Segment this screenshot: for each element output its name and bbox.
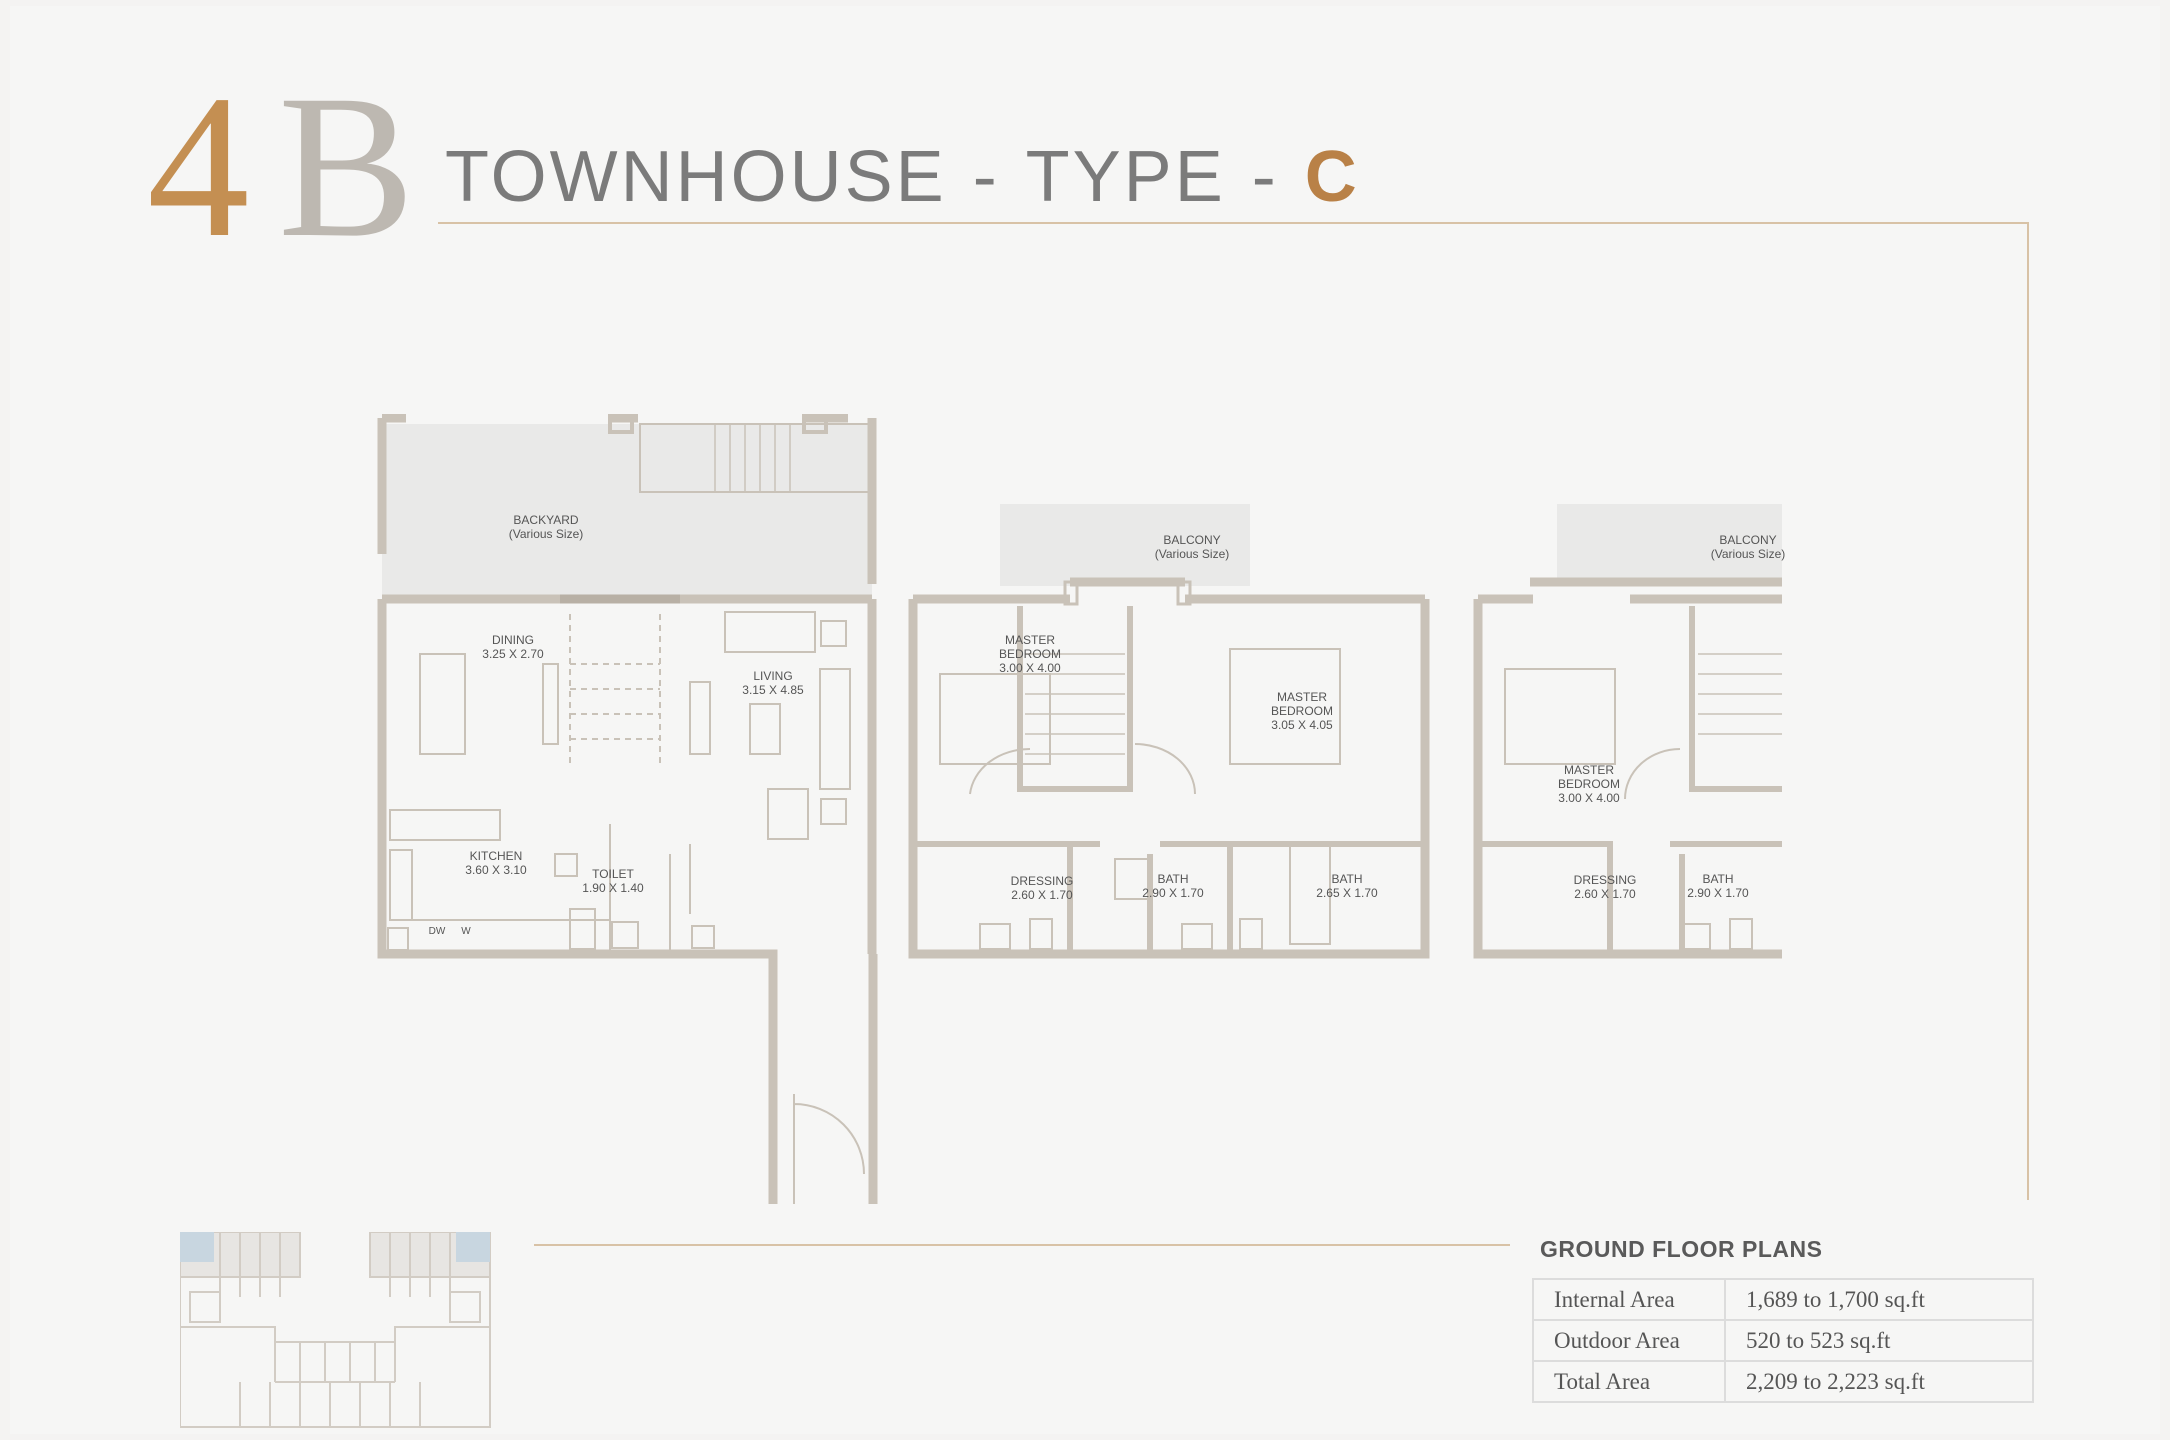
balcony-label: BALCONY (1719, 533, 1776, 547)
area-value: 1,689 to 1,700 sq.ft (1724, 1278, 2034, 1321)
ground-floor-plans-heading: GROUND FLOOR PLANS (1540, 1236, 1823, 1262)
area-value: 520 to 523 sq.ft (1724, 1319, 2034, 1362)
kitchen-label: KITCHEN (470, 849, 523, 863)
balcony-label: BALCONY (1163, 533, 1220, 547)
svg-text:2.60 X 1.70: 2.60 X 1.70 (1574, 887, 1636, 901)
area-label: Outdoor Area (1532, 1319, 1726, 1362)
table-row: Total Area 2,209 to 2,223 sq.ft (1532, 1360, 2034, 1403)
backyard-label: BACKYARD (513, 513, 578, 527)
svg-text:(Various Size): (Various Size) (1155, 547, 1229, 561)
dining-size: 3.25 X 2.70 (482, 647, 544, 661)
svg-text:BALCONY: BALCONY (1163, 533, 1220, 547)
svg-text:2.65 X 1.70: 2.65 X 1.70 (1316, 886, 1378, 900)
svg-text:W: W (461, 926, 471, 937)
bath-size: 2.90 X 1.70 (1142, 886, 1204, 900)
bath-label: BATH (1331, 872, 1362, 886)
area-value: 2,209 to 2,223 sq.ft (1724, 1360, 2034, 1403)
bath-size: 2.65 X 1.70 (1316, 886, 1378, 900)
svg-text:MASTER: MASTER (1277, 690, 1327, 704)
area-label: Internal Area (1532, 1278, 1726, 1321)
svg-text:MASTER: MASTER (1564, 763, 1614, 777)
balcony-size: (Various Size) (1711, 547, 1785, 561)
svg-text:DINING: DINING (492, 633, 534, 647)
master-bedroom-size: 3.05 X 4.05 (1271, 718, 1333, 732)
header-rule (438, 222, 2028, 224)
svg-text:BEDROOM: BEDROOM (1558, 777, 1620, 791)
floor-plans-drawing: BACKYARD (Various Size) DINING 3.25 X 2.… (377, 414, 1785, 1204)
svg-text:3.05 X 4.05: 3.05 X 4.05 (1271, 718, 1333, 732)
title-main: TOWNHOUSE (445, 137, 947, 217)
svg-text:BATH: BATH (1157, 872, 1188, 886)
dressing-label: DRESSING (1574, 873, 1637, 887)
svg-text:KITCHEN: KITCHEN (470, 849, 523, 863)
master-bedroom-label: BEDROOM (1558, 777, 1620, 791)
svg-text:3.00 X 4.00: 3.00 X 4.00 (1558, 791, 1620, 805)
svg-text:(Various Size): (Various Size) (1711, 547, 1785, 561)
master-bedroom-label: BEDROOM (999, 647, 1061, 661)
svg-text:1.90 X 1.40: 1.90 X 1.40 (582, 881, 644, 895)
master-bedroom-size: 3.00 X 4.00 (1558, 791, 1620, 805)
area-label: Total Area (1532, 1360, 1726, 1403)
frame-rule-vertical (2027, 222, 2029, 1200)
title-type-letter: C (1304, 137, 1360, 217)
svg-text:2.90 X 1.70: 2.90 X 1.70 (1687, 886, 1749, 900)
washer-label: W (461, 926, 471, 937)
dressing-size: 2.60 X 1.70 (1011, 888, 1073, 902)
toilet-label: TOILET (592, 867, 634, 881)
bottom-rule (534, 1244, 1510, 1246)
svg-text:BATH: BATH (1702, 872, 1733, 886)
svg-text:DRESSING: DRESSING (1011, 874, 1074, 888)
master-bedroom-label: MASTER (1277, 690, 1327, 704)
svg-text:3.00 X 4.00: 3.00 X 4.00 (999, 661, 1061, 675)
area-table: Internal Area 1,689 to 1,700 sq.ft Outdo… (1532, 1278, 2034, 1403)
bath-size: 2.90 X 1.70 (1687, 886, 1749, 900)
svg-text:3.15 X 4.85: 3.15 X 4.85 (742, 683, 804, 697)
svg-text:BATH: BATH (1331, 872, 1362, 886)
master-bedroom-label: BEDROOM (1271, 704, 1333, 718)
svg-text:(Various Size): (Various Size) (509, 527, 583, 541)
header-big-letter: B (278, 53, 415, 280)
svg-text:2.90 X 1.70: 2.90 X 1.70 (1142, 886, 1204, 900)
svg-text:DW: DW (429, 926, 446, 937)
svg-text:BEDROOM: BEDROOM (999, 647, 1061, 661)
svg-text:BEDROOM: BEDROOM (1271, 704, 1333, 718)
svg-text:BACKYARD: BACKYARD (513, 513, 578, 527)
kitchen-size: 3.60 X 3.10 (465, 863, 527, 877)
table-row: Outdoor Area 520 to 523 sq.ft (1532, 1319, 2034, 1362)
dressing-label: DRESSING (1011, 874, 1074, 888)
svg-text:TOILET: TOILET (592, 867, 634, 881)
balcony-size: (Various Size) (1155, 547, 1229, 561)
title-separator: - (1251, 137, 1279, 217)
dressing-size: 2.60 X 1.70 (1574, 887, 1636, 901)
key-plan-map (180, 1232, 491, 1428)
header-big-number: 4 (147, 53, 249, 280)
dining-label: DINING (492, 633, 534, 647)
master-bedroom-label: MASTER (1564, 763, 1614, 777)
living-label: LIVING (753, 669, 792, 683)
title-separator: - (972, 137, 1000, 217)
svg-text:BALCONY: BALCONY (1719, 533, 1776, 547)
toilet-size: 1.90 X 1.40 (582, 881, 644, 895)
bath-label: BATH (1157, 872, 1188, 886)
dishwasher-label: DW (429, 926, 446, 937)
master-bedroom-size: 3.00 X 4.00 (999, 661, 1061, 675)
table-row: Internal Area 1,689 to 1,700 sq.ft (1532, 1278, 2034, 1321)
title-type-word: TYPE (1025, 137, 1226, 217)
svg-text:MASTER: MASTER (1005, 633, 1055, 647)
page-title: TOWNHOUSE - TYPE - C (445, 136, 1360, 218)
bath-label: BATH (1702, 872, 1733, 886)
backyard-size: (Various Size) (509, 527, 583, 541)
brochure-page: 4 B TOWNHOUSE - TYPE - C BACKYARD (Vario… (10, 6, 2160, 1434)
svg-text:3.25 X 2.70: 3.25 X 2.70 (482, 647, 544, 661)
living-size: 3.15 X 4.85 (742, 683, 804, 697)
svg-text:DRESSING: DRESSING (1574, 873, 1637, 887)
svg-text:2.60 X 1.70: 2.60 X 1.70 (1011, 888, 1073, 902)
svg-text:3.60 X 3.10: 3.60 X 3.10 (465, 863, 527, 877)
master-bedroom-label: MASTER (1005, 633, 1055, 647)
svg-text:LIVING: LIVING (753, 669, 792, 683)
